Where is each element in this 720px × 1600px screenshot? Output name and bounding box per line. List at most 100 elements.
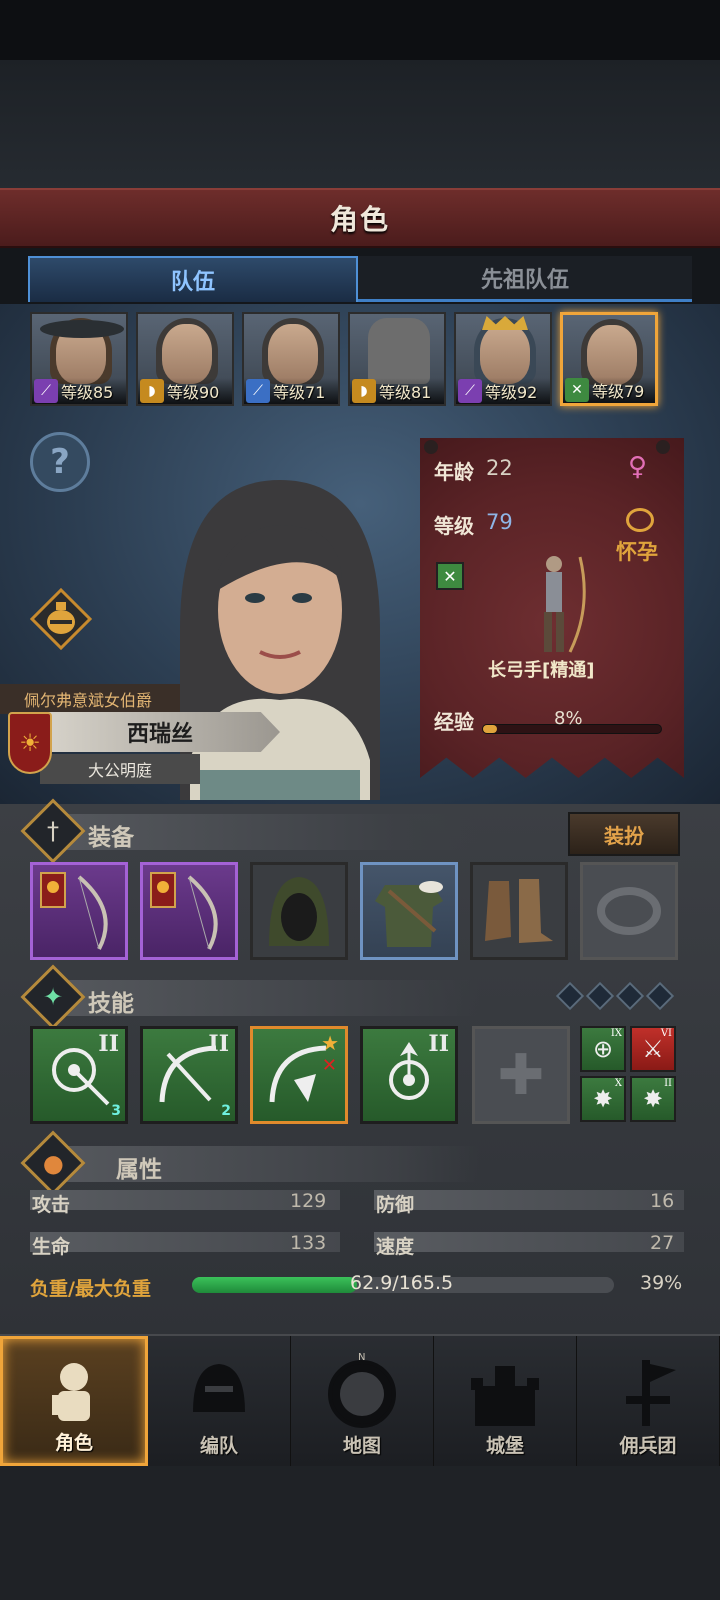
skill-badge: 2 [221, 1103, 231, 1119]
nav-formation[interactable]: 编队 [148, 1336, 291, 1466]
skill-rank: II [664, 1078, 672, 1089]
diamond-icon [645, 981, 675, 1011]
skill-slot-3[interactable]: ★ ✕ [250, 1026, 348, 1124]
team-member-3[interactable]: ⟋ 等级71 [242, 312, 340, 406]
dagger-icon: † [47, 817, 59, 845]
passive-skill-3[interactable]: ✸ X [580, 1076, 626, 1122]
help-button[interactable]: ? [30, 432, 90, 492]
cross-icon: ✕ [321, 1055, 337, 1076]
equip-slot-hood[interactable] [250, 862, 348, 960]
equip-slot-boots[interactable] [470, 862, 568, 960]
cross-emblem-icon: ✚ [497, 1042, 545, 1108]
burst-icon: ✸ [642, 1085, 664, 1113]
tab-team[interactable]: 队伍 [28, 256, 358, 302]
face [162, 324, 212, 384]
helmet-icon [193, 1364, 245, 1412]
equipment-title: 装备 [88, 825, 134, 851]
team-member-2[interactable]: ◗ 等级90 [136, 312, 234, 406]
character-court: 大公明庭 [40, 754, 200, 784]
skills-title: 技能 [88, 991, 134, 1017]
passive-skill-1[interactable]: ⊕ IX [580, 1026, 626, 1072]
equip-slot-bow-1[interactable] [30, 862, 128, 960]
speed-label: 速度 [376, 1236, 415, 1258]
shield-icon: ◗ [352, 379, 376, 403]
skill-slot-4[interactable]: II [360, 1026, 458, 1124]
member-level: 等级92 [485, 383, 538, 402]
top-background [0, 60, 720, 190]
member-level: 等级90 [167, 383, 220, 402]
skill-rank: II [208, 1031, 229, 1057]
passive-skill-2[interactable]: ⚔ VI [630, 1026, 676, 1072]
team-member-6[interactable]: ✕ 等级79 [560, 312, 658, 406]
member-level: 等级71 [273, 383, 326, 402]
target-icon: ⊕ [592, 1035, 614, 1063]
attributes-title: 属性 [116, 1157, 162, 1183]
bow-icon [150, 872, 218, 950]
tab-bar: 队伍 先祖队伍 [28, 256, 692, 304]
team-member-1[interactable]: ⟋ 等级85 [30, 312, 128, 406]
potion-icon [30, 588, 92, 650]
class-figure [520, 552, 590, 662]
nav-map[interactable]: N 地图 [291, 1336, 434, 1466]
star-icon: ★ [321, 1031, 339, 1055]
skill-rank: II [98, 1031, 119, 1057]
skill-points [555, 981, 675, 1011]
hp-value: 133 [290, 1232, 327, 1254]
age-value: 22 [486, 456, 513, 480]
staff-icon: ⟋ [458, 379, 482, 403]
bow-icon: ✕ [565, 378, 589, 402]
nav-label: 编队 [199, 1435, 238, 1457]
bow-icon [40, 872, 108, 950]
female-icon: ♀ [628, 452, 648, 482]
load-bar-fill [192, 1277, 357, 1293]
star-icon: ✦ [42, 982, 64, 1011]
bottom-nav: 角色 编队 N 地图 城堡 佣兵团 [0, 1334, 720, 1466]
equip-slot-armor[interactable] [360, 862, 458, 960]
nav-label: 地图 [342, 1435, 381, 1457]
armor-icon [375, 881, 443, 947]
person-icon: ● [42, 1148, 64, 1177]
member-level: 等级81 [379, 383, 432, 402]
character-title: 佩尔弗意斌女伯爵 [0, 684, 180, 714]
equip-slot-bow-2[interactable] [140, 862, 238, 960]
load-percent: 39% [640, 1272, 683, 1294]
skill-rank: II [428, 1031, 449, 1057]
castle-icon [471, 1366, 539, 1426]
shield-icon: ◗ [140, 379, 164, 403]
skill-slot-empty[interactable]: ✚ [472, 1026, 570, 1124]
sun-crest-icon: ☀ [8, 712, 52, 774]
diamond-icon [615, 981, 645, 1011]
outfit-button[interactable]: 装扮 [568, 812, 680, 856]
pin-icon [656, 440, 670, 454]
staff-icon: ⟋ [34, 379, 58, 403]
ring-icon [626, 508, 654, 532]
nav-mercenary[interactable]: 佣兵团 [577, 1336, 720, 1466]
boots-icon [485, 879, 553, 943]
pregnant-status: 怀孕 [616, 540, 658, 564]
equip-slot-ring[interactable] [580, 862, 678, 960]
team-member-4[interactable]: ◗ 等级81 [348, 312, 446, 406]
attack-value: 129 [290, 1190, 327, 1212]
defense-label: 防御 [376, 1194, 415, 1216]
hp-label: 生命 [32, 1236, 71, 1258]
nav-castle[interactable]: 城堡 [434, 1336, 577, 1466]
skill-slot-2[interactable]: II 2 [140, 1026, 238, 1124]
passive-skill-4[interactable]: ✸ II [630, 1076, 676, 1122]
sword-icon: ⚔ [642, 1035, 664, 1063]
banner-sword-icon [626, 1360, 676, 1426]
load-label: 负重/最大负重 [30, 1278, 151, 1300]
team-member-5[interactable]: ⟋ 等级92 [454, 312, 552, 406]
member-level: 等级85 [61, 383, 114, 402]
tab-ancestor-team[interactable]: 先祖队伍 [358, 256, 692, 302]
hat-icon [40, 320, 124, 338]
skill-slot-1[interactable]: II 3 [30, 1026, 128, 1124]
exp-percent: 8% [554, 708, 583, 729]
nav-character[interactable]: 角色 [0, 1336, 148, 1466]
nav-label: 城堡 [485, 1435, 524, 1457]
hood-icon [269, 877, 329, 946]
bow-class-icon: ✕ [436, 562, 464, 590]
member-level: 等级79 [592, 382, 645, 401]
potion-button[interactable] [30, 588, 92, 650]
stat-bar [374, 1232, 684, 1252]
question-icon: ? [50, 442, 70, 482]
